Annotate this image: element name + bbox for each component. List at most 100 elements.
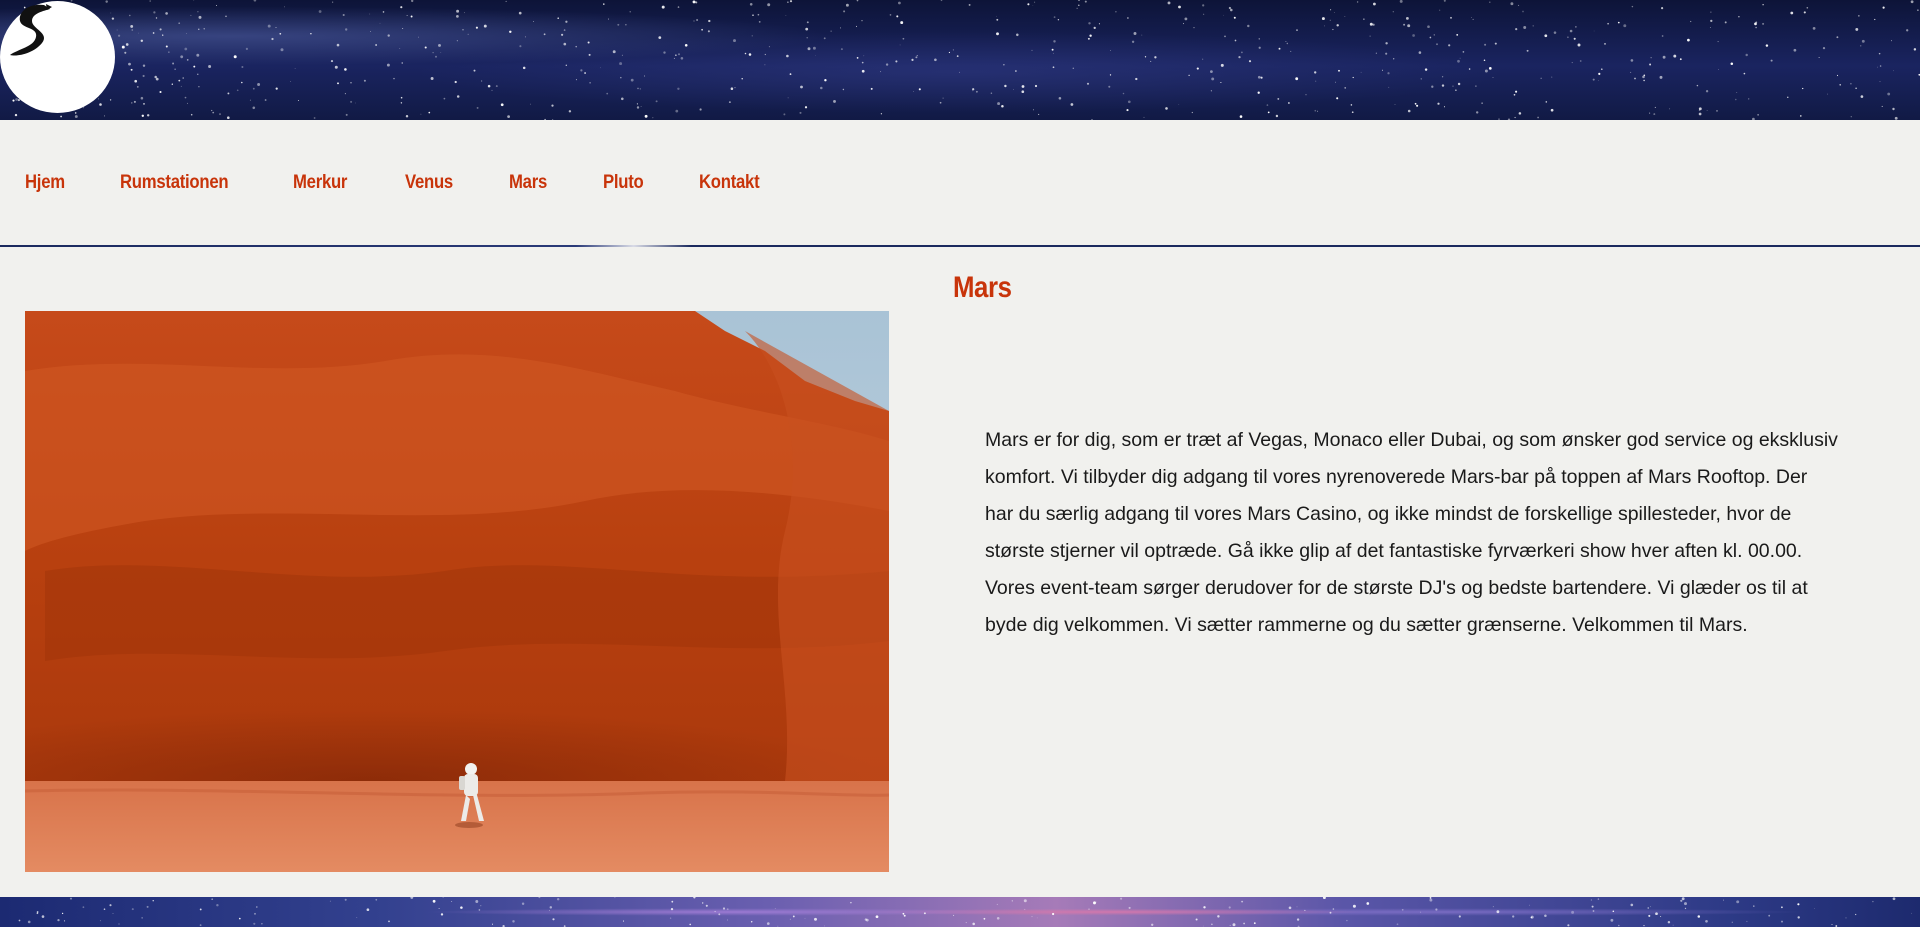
star-speck — [617, 23, 620, 26]
star-speck — [636, 103, 638, 105]
star-speck — [1350, 104, 1353, 106]
footer-nebula-banner — [0, 897, 1920, 927]
star-speck — [375, 44, 377, 46]
star-speck — [1437, 102, 1440, 105]
nav-link-pluto[interactable]: Pluto — [603, 172, 644, 194]
star-speck — [1550, 108, 1554, 112]
star-speck — [140, 39, 144, 43]
star-speck — [1696, 84, 1699, 87]
star-speck — [483, 24, 487, 28]
star-speck — [787, 97, 789, 99]
star-speck — [1011, 900, 1013, 902]
star-speck — [789, 0, 793, 3]
main-navigation: Hjem Rumstationen Merkur Venus Mars Plut… — [0, 120, 1920, 246]
star-speck — [1718, 69, 1719, 70]
star-speck — [565, 20, 568, 23]
star-speck — [1424, 68, 1428, 71]
star-speck — [722, 907, 726, 910]
star-speck — [734, 87, 736, 89]
star-speck — [1220, 63, 1224, 67]
star-speck — [630, 78, 634, 82]
star-speck — [1078, 0, 1080, 1]
star-speck — [130, 24, 134, 28]
star-speck — [916, 55, 918, 57]
star-speck — [1537, 116, 1539, 119]
nav-link-venus[interactable]: Venus — [405, 172, 453, 194]
star-speck — [1324, 25, 1326, 27]
star-speck — [1120, 897, 1123, 900]
star-speck — [1697, 915, 1701, 918]
nav-link-merkur[interactable]: Merkur — [293, 172, 347, 194]
star-speck — [1738, 15, 1740, 18]
star-speck — [438, 908, 440, 909]
star-speck — [1427, 25, 1430, 29]
star-speck — [1855, 913, 1857, 916]
star-speck — [1429, 898, 1433, 902]
star-speck — [1494, 42, 1497, 45]
star-speck — [61, 912, 64, 915]
star-speck — [563, 29, 566, 31]
star-speck — [253, 922, 256, 925]
star-speck — [198, 15, 202, 19]
star-speck — [1436, 43, 1438, 46]
star-speck — [959, 71, 960, 73]
star-speck — [1407, 24, 1411, 28]
star-speck — [1850, 82, 1852, 85]
star-speck — [1260, 76, 1263, 79]
star-speck — [1036, 917, 1038, 919]
star-speck — [1275, 114, 1279, 118]
star-speck — [1202, 925, 1204, 927]
star-speck — [500, 103, 504, 107]
star-speck — [137, 32, 139, 34]
star-speck — [839, 27, 841, 29]
star-speck — [401, 62, 403, 64]
star-speck — [1290, 50, 1292, 52]
star-speck — [805, 27, 809, 31]
star-speck — [386, 63, 390, 67]
star-speck — [792, 915, 795, 918]
star-speck — [863, 55, 865, 57]
star-speck — [1877, 66, 1878, 68]
star-speck — [1484, 43, 1487, 46]
star-speck — [603, 3, 605, 5]
star-speck — [1321, 17, 1325, 21]
star-speck — [1544, 34, 1548, 38]
star-speck — [440, 52, 442, 53]
star-speck — [820, 86, 823, 90]
star-speck — [116, 29, 118, 31]
star-speck — [952, 49, 954, 51]
star-speck — [663, 51, 666, 54]
star-speck — [1108, 85, 1111, 88]
star-speck — [400, 6, 403, 9]
star-speck — [1607, 22, 1609, 25]
star-speck — [1790, 11, 1794, 15]
star-speck — [1872, 900, 1874, 903]
nav-link-mars[interactable]: Mars — [509, 172, 547, 194]
star-speck — [152, 32, 155, 34]
star-speck — [131, 908, 134, 911]
star-speck — [644, 75, 646, 77]
nav-link-hjem[interactable]: Hjem — [25, 172, 65, 194]
star-speck — [1488, 67, 1492, 70]
star-speck — [1839, 84, 1841, 86]
site-logo[interactable] — [0, 1, 115, 113]
star-speck — [568, 110, 572, 113]
star-speck — [1115, 11, 1117, 13]
star-speck — [1731, 921, 1733, 923]
star-speck — [1338, 69, 1340, 72]
star-speck — [1793, 48, 1797, 52]
star-speck — [1078, 4, 1080, 6]
star-speck — [280, 48, 284, 52]
nav-divider — [0, 245, 1920, 247]
star-speck — [843, 10, 846, 13]
nav-link-kontakt[interactable]: Kontakt — [699, 172, 760, 194]
star-speck — [264, 99, 267, 101]
star-speck — [1553, 31, 1557, 34]
star-speck — [669, 917, 672, 919]
nav-link-rumstationen[interactable]: Rumstationen — [120, 172, 229, 194]
star-speck — [1812, 27, 1816, 30]
star-speck — [804, 106, 808, 109]
star-speck — [1730, 62, 1734, 66]
star-speck — [159, 90, 162, 94]
star-speck — [355, 102, 356, 104]
